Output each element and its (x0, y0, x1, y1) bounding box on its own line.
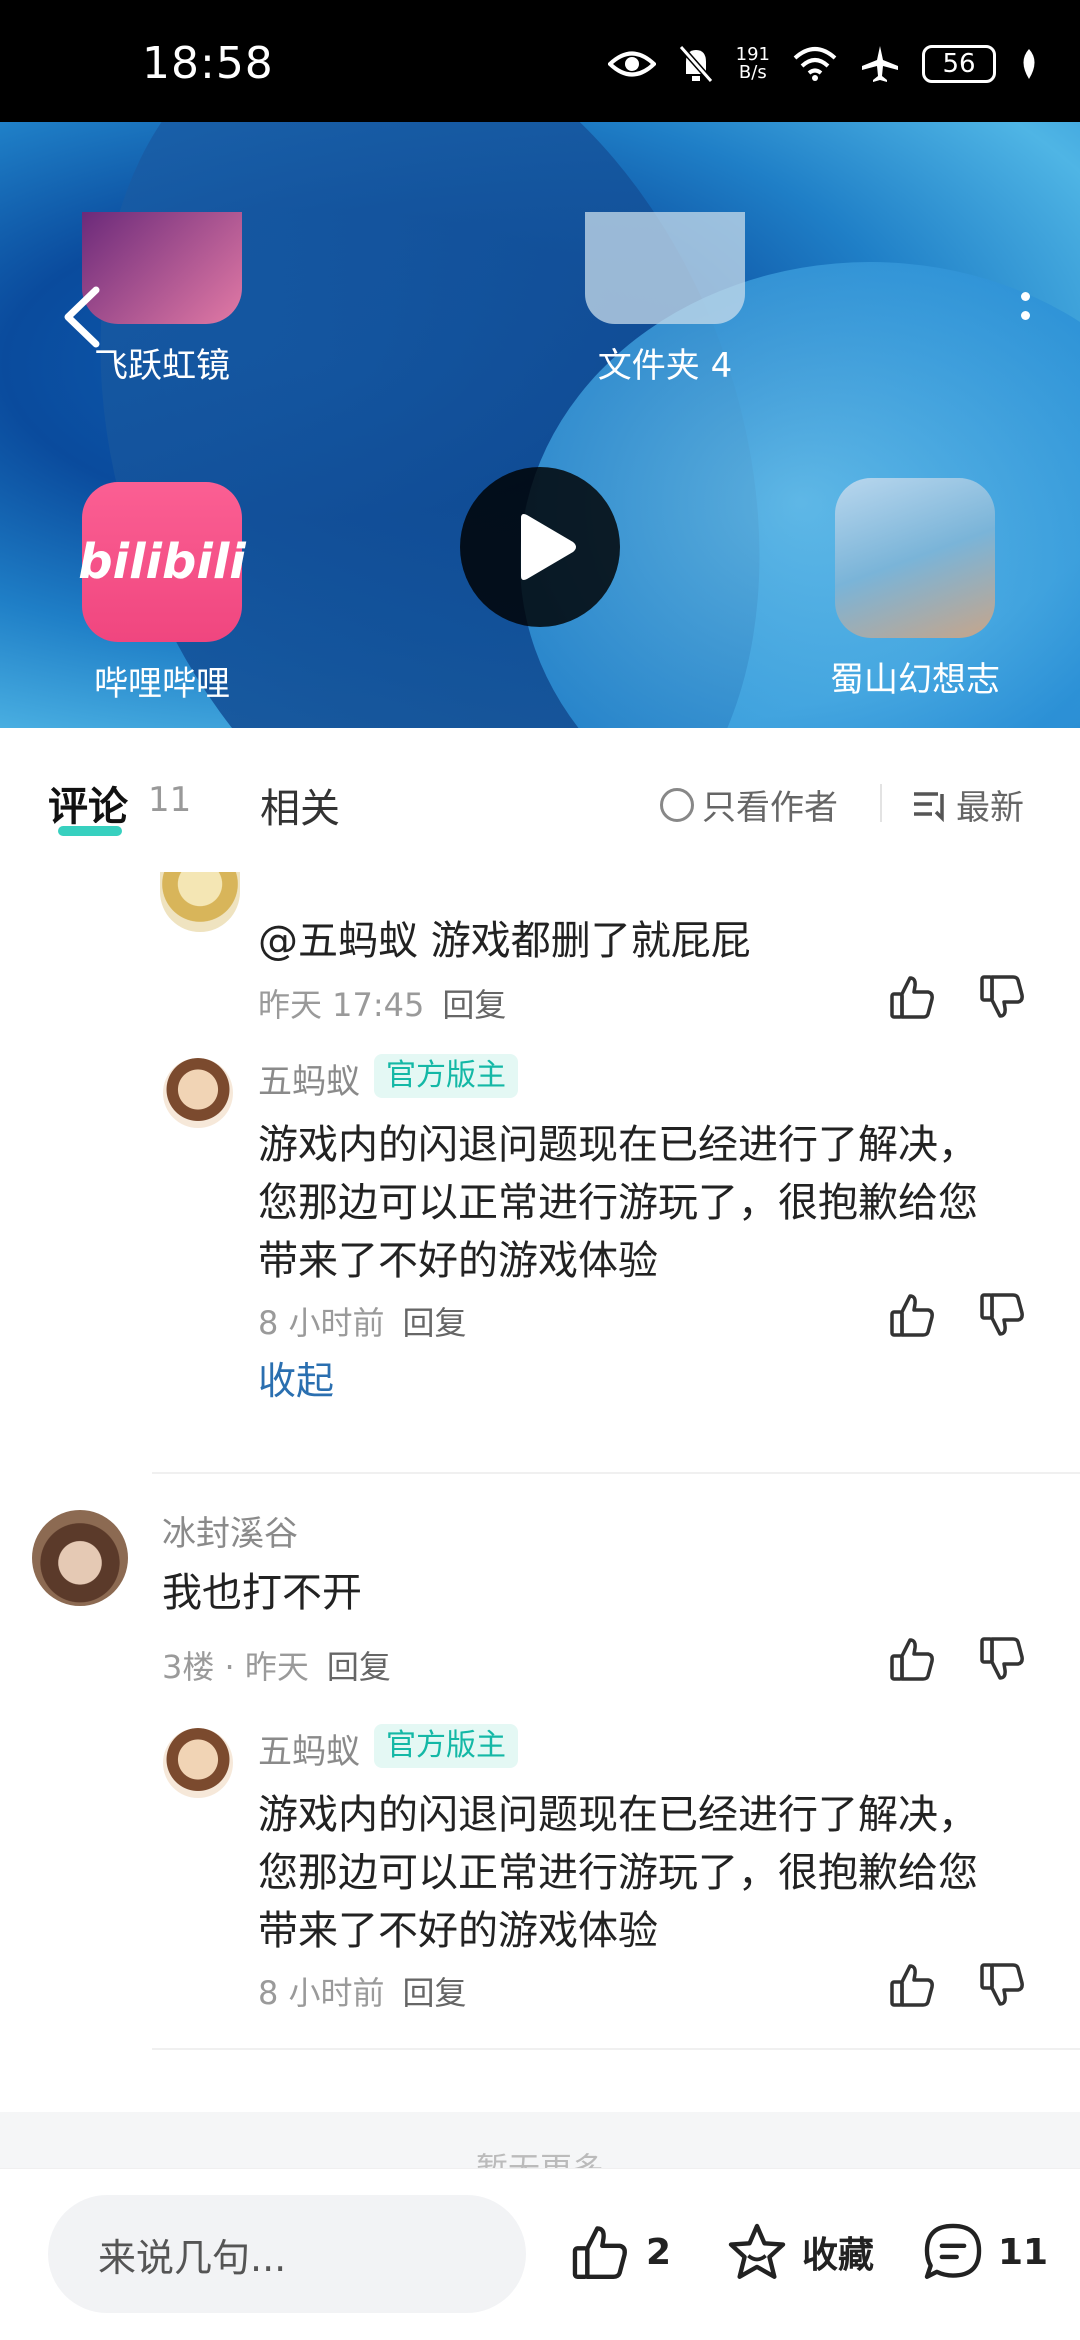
favorite-label: 收藏 (802, 2235, 875, 2276)
thumbs-down-icon[interactable] (978, 972, 1028, 1022)
folder-icon (585, 212, 745, 324)
author-only-label: 只看作者 (702, 788, 838, 828)
comment-input-placeholder: 来说几句... (98, 2235, 287, 2280)
app-label: 文件夹 4 (597, 346, 733, 386)
favorite-button[interactable]: 收藏 (724, 2221, 874, 2283)
sort-icon (914, 791, 944, 822)
comment-separator (152, 1472, 1080, 1474)
status-icons: 191 B/s 56 (607, 40, 1040, 88)
collapse-replies-button[interactable]: 收起 (258, 1350, 334, 1405)
back-arrow-icon[interactable] (56, 282, 116, 352)
video-player[interactable]: 飞跃虹镜 文件夹 4 bilibili 哔哩哔哩 蜀山幻想志 (0, 122, 1080, 728)
comment-bubble-icon (924, 2223, 982, 2279)
comment-meta: 8 小时前 回复 (258, 1968, 467, 2014)
battery-indicator: 56 (922, 45, 996, 83)
thumbs-down-icon[interactable] (978, 1290, 1028, 1340)
avatar[interactable] (160, 872, 240, 932)
comment-time: 8 小时前 (258, 1974, 385, 2012)
thumbs-up-icon[interactable] (888, 972, 938, 1022)
bilibili-icon: bilibili (78, 482, 246, 642)
thumbs-up-icon (572, 2226, 627, 2279)
thumbs-up-icon[interactable] (888, 1960, 938, 2010)
comment-meta: 8 小时前 回复 (258, 1298, 467, 1344)
app-label: 哔哩哔哩 (94, 664, 230, 704)
sort-button[interactable]: 最新 (912, 780, 1024, 829)
comment-text: @五蚂蚁 游戏都删了就屁屁 (258, 918, 751, 964)
reply-button[interactable]: 回复 (327, 1648, 391, 1686)
comment-input[interactable]: 来说几句... (48, 2195, 526, 2313)
comment-time: 昨天 17:45 (258, 986, 425, 1024)
comments-list: @五蚂蚁 游戏都删了就屁屁 昨天 17:45 回复 五蚂蚁 官方版主 游戏内的闪退… (0, 872, 1080, 2172)
tab-related[interactable]: 相关 (260, 776, 340, 834)
comment-text: 我也打不开 (162, 1570, 362, 1616)
app-label: 蜀山幻想志 (830, 660, 1000, 700)
author-name[interactable]: 冰封溪谷 (162, 1506, 298, 1555)
reply-button[interactable]: 回复 (403, 1304, 467, 1342)
status-time: 18:58 (142, 38, 274, 89)
author-name[interactable]: 五蚂蚁 (258, 1054, 360, 1103)
net-speed: 191 B/s (735, 44, 770, 83)
comment-meta: 3楼 · 昨天 回复 (162, 1642, 391, 1688)
radio-circle-icon (660, 787, 694, 822)
wifi-icon (793, 47, 837, 81)
airplane-icon (862, 46, 898, 82)
comment-meta: 昨天 17:45 回复 (258, 980, 506, 1026)
like-count: 2 (646, 2231, 672, 2273)
comments-button[interactable]: 11 (920, 2221, 1048, 2283)
comment-text: 游戏内的闪退问题现在已经进行了解决， 您那边可以正常进行游玩了，很抱歉给您 带来… (258, 1122, 978, 1284)
comment-time: 8 小时前 (258, 1304, 385, 1342)
tab-comments[interactable]: 评论 (48, 774, 128, 832)
thumbs-down-icon[interactable] (978, 1960, 1028, 2010)
reply-button[interactable]: 回复 (403, 1974, 467, 2012)
like-button[interactable]: 2 (568, 2221, 671, 2283)
reply-button[interactable]: 回复 (442, 986, 506, 1024)
comment-floor-time: 3楼 · 昨天 (162, 1648, 309, 1686)
comment-count: 11 (998, 2231, 1049, 2273)
avatar[interactable] (32, 1510, 128, 1606)
mute-bell-icon (678, 45, 713, 83)
app-folder: 文件夹 4 (585, 212, 745, 387)
comment-separator (152, 2048, 1080, 2050)
official-moderator-badge: 官方版主 (374, 1724, 518, 1768)
leaf-icon (1023, 49, 1035, 79)
thumbs-up-icon[interactable] (888, 1634, 938, 1684)
eye-icon (607, 51, 656, 77)
avatar[interactable] (163, 1728, 233, 1798)
author-only-toggle[interactable]: 只看作者 (660, 780, 838, 829)
comment-tabs: 评论 11 相关 只看作者 最新 (0, 728, 1080, 872)
thumbs-down-icon[interactable] (978, 1634, 1028, 1684)
comments-count: 11 (148, 780, 192, 820)
play-button[interactable] (460, 467, 620, 627)
thumbs-up-icon[interactable] (888, 1290, 938, 1340)
more-options-icon[interactable] (1010, 292, 1040, 342)
bottom-action-bar: 来说几句... 2 收藏 11 (0, 2168, 1080, 2340)
star-icon (728, 2223, 786, 2279)
play-icon (521, 514, 576, 580)
app-icon-shushan: 蜀山幻想志 (830, 478, 1000, 701)
app-icon-image (835, 478, 995, 638)
author-name[interactable]: 五蚂蚁 (258, 1724, 360, 1773)
avatar[interactable] (163, 1058, 233, 1128)
status-bar: 18:58 191 B/s 56 (0, 0, 1080, 122)
divider (880, 784, 882, 822)
sort-label: 最新 (956, 788, 1024, 828)
app-icon-bilibili: bilibili 哔哩哔哩 (78, 482, 246, 705)
official-moderator-badge: 官方版主 (374, 1054, 518, 1098)
comment-text: 游戏内的闪退问题现在已经进行了解决， 您那边可以正常进行游玩了，很抱歉给您 带来… (258, 1792, 978, 1954)
